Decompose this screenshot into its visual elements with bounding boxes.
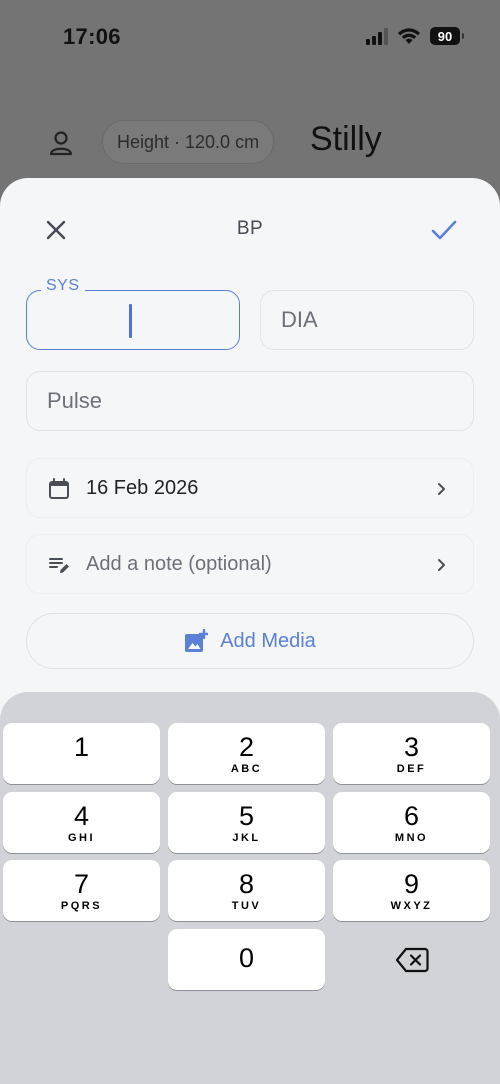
pulse-input[interactable]: Pulse bbox=[26, 371, 474, 431]
key-letters: ABC bbox=[230, 763, 263, 775]
key-8[interactable]: 8 TUV bbox=[168, 860, 325, 921]
key-digit: 6 bbox=[403, 801, 420, 831]
pulse-placeholder: Pulse bbox=[47, 388, 103, 413]
key-letters: MNO bbox=[394, 832, 429, 844]
key-4[interactable]: 4 GHI bbox=[3, 792, 160, 853]
key-digit: 2 bbox=[238, 732, 255, 762]
battery-icon: 90 bbox=[430, 27, 464, 45]
key-7[interactable]: 7 PQRS bbox=[3, 860, 160, 921]
key-3[interactable]: 3 DEF bbox=[333, 723, 490, 784]
key-digit: 9 bbox=[403, 869, 420, 899]
backspace-icon bbox=[395, 947, 429, 972]
key-letters: JKL bbox=[232, 832, 261, 844]
check-icon bbox=[431, 220, 457, 240]
key-digit: 1 bbox=[73, 732, 90, 762]
battery-level: 90 bbox=[437, 28, 453, 44]
background-header: Height · 120.0 cm Stilly bbox=[0, 118, 500, 168]
delete-key[interactable] bbox=[333, 929, 490, 990]
note-placeholder: Add a note (optional) bbox=[86, 552, 272, 575]
date-row[interactable]: 16 Feb 2026 bbox=[26, 458, 474, 518]
key-9[interactable]: 9 WXYZ bbox=[333, 860, 490, 921]
key-digit: 8 bbox=[238, 869, 255, 899]
calendar-icon bbox=[49, 478, 69, 499]
key-digit: 7 bbox=[73, 869, 90, 899]
numeric-keypad: 1 2 ABC 3 DEF 4 GHI 5 JKL 6 MNO 7 PQRS 8… bbox=[0, 692, 500, 1084]
status-time: 17:06 bbox=[63, 24, 121, 49]
status-indicators: 90 bbox=[366, 27, 464, 45]
person-icon[interactable] bbox=[46, 128, 76, 158]
sheet-title: BP bbox=[236, 218, 264, 239]
add-media-label: Add Media bbox=[220, 629, 316, 652]
key-letters: TUV bbox=[231, 900, 262, 912]
note-edit-icon bbox=[49, 558, 69, 573]
add-photo-icon bbox=[185, 629, 209, 652]
key-2[interactable]: 2 ABC bbox=[168, 723, 325, 784]
note-row[interactable]: Add a note (optional) bbox=[26, 534, 474, 594]
wifi-icon bbox=[398, 28, 420, 44]
chevron-right-icon bbox=[438, 559, 445, 571]
key-digit: 5 bbox=[238, 801, 255, 831]
dia-input[interactable]: DIA bbox=[260, 290, 474, 350]
add-media-button[interactable]: Add Media bbox=[26, 613, 474, 669]
key-0[interactable]: 0 bbox=[168, 929, 325, 990]
key-letters: PQRS bbox=[60, 900, 103, 912]
key-digit: 4 bbox=[73, 801, 90, 831]
text-caret bbox=[129, 304, 132, 338]
dia-placeholder: DIA bbox=[281, 307, 318, 332]
key-digit: 0 bbox=[238, 943, 255, 973]
key-5[interactable]: 5 JKL bbox=[168, 792, 325, 853]
chevron-right-icon bbox=[438, 483, 445, 495]
status-bar: 17:06 90 bbox=[0, 0, 500, 72]
key-letters: WXYZ bbox=[390, 900, 433, 912]
confirm-button[interactable] bbox=[428, 214, 460, 246]
date-value: 16 Feb 2026 bbox=[86, 476, 199, 499]
profile-name: Stilly bbox=[310, 120, 382, 158]
sys-label: SYS bbox=[41, 277, 85, 295]
key-letters: DEF bbox=[396, 763, 427, 775]
signal-icon bbox=[366, 27, 388, 45]
sys-input[interactable]: SYS bbox=[26, 277, 240, 350]
key-6[interactable]: 6 MNO bbox=[333, 792, 490, 853]
key-1[interactable]: 1 bbox=[3, 723, 160, 784]
key-digit: 3 bbox=[403, 732, 420, 762]
key-letters: GHI bbox=[67, 832, 96, 844]
height-chip[interactable]: Height · 120.0 cm bbox=[102, 120, 275, 164]
